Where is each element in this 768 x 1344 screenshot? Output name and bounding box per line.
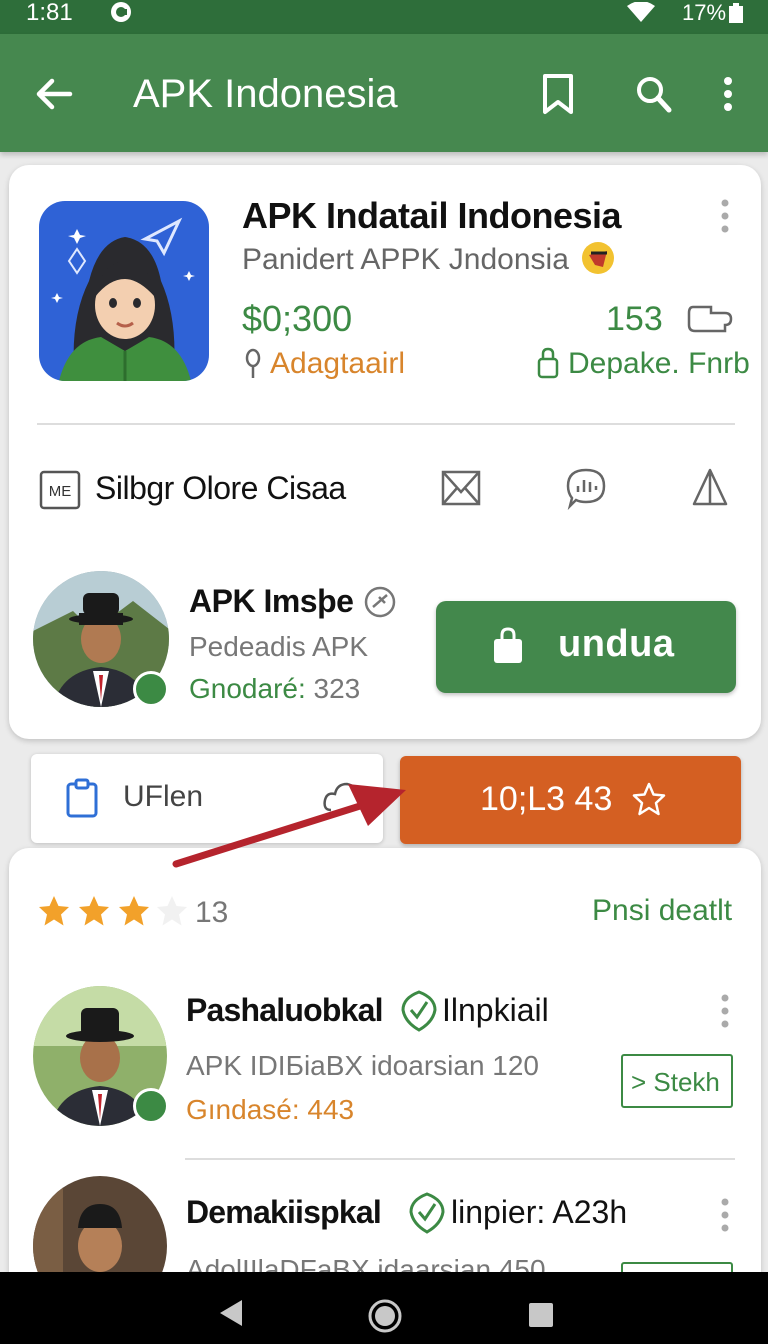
chat-icon[interactable] — [564, 466, 608, 510]
wifi-icon — [627, 2, 655, 22]
rating-detail-link[interactable]: Pnsi deatlt — [592, 894, 732, 928]
reviewer-name: Pashaluobkal — [186, 992, 384, 1028]
card-more-icon[interactable] — [720, 199, 730, 233]
me-icon: ME — [39, 470, 81, 510]
app-detail-card: APK Indatail Indonesia Panidert APPK Jnd… — [9, 165, 761, 739]
reviewer-name: Demakiispkal — [186, 1194, 382, 1230]
shopping-bag-icon — [494, 627, 522, 663]
review-badge-icon — [133, 1088, 169, 1124]
reviewer-rating: Gındasé: 443 — [186, 1094, 355, 1125]
nav-back-icon[interactable] — [218, 1298, 244, 1328]
bookmark-icon[interactable] — [538, 72, 578, 116]
review-more-icon[interactable] — [720, 994, 730, 1028]
verified-icon — [364, 586, 396, 618]
app-price: $0;300 — [242, 298, 353, 339]
status-bar: 1:81 17% — [0, 0, 768, 34]
nav-recents-icon[interactable] — [528, 1302, 554, 1328]
more-vert-icon[interactable] — [708, 72, 748, 116]
review-select-button[interactable]: > Stekh — [621, 1054, 733, 1108]
divider — [37, 423, 735, 425]
rating-button[interactable]: 10;L3 43 — [400, 756, 741, 844]
publisher-rating: Gnodaré: 323 — [189, 673, 361, 704]
nav-home-icon[interactable] — [367, 1298, 403, 1334]
back-arrow-icon[interactable] — [34, 74, 74, 114]
clipboard-icon — [66, 778, 98, 818]
flag-badge-icon — [582, 242, 614, 274]
verified-shield-icon — [409, 1192, 445, 1234]
app-developer: Depake. Fnrb — [568, 347, 750, 380]
annotation-arrow — [172, 784, 406, 868]
share-icon[interactable] — [688, 466, 732, 510]
section-title: Silbgr Olore Cisaa — [95, 470, 346, 506]
search-icon[interactable] — [634, 72, 674, 116]
rating-count: 13 — [195, 896, 229, 929]
svg-text:ME: ME — [49, 483, 72, 500]
reviewer-tag: linpier: A23h — [451, 1194, 628, 1230]
lock-icon — [537, 347, 559, 379]
star-outline-icon — [632, 782, 666, 816]
app-icon[interactable] — [39, 201, 209, 381]
publisher-name: APK Imsþe — [189, 583, 354, 619]
reviewer-tag: Ilnpkiail — [442, 992, 549, 1028]
toggle-icon — [687, 305, 733, 333]
app-bar: APK Indonesia — [0, 34, 768, 152]
reviews-card: 13 Pnsi deatlt Pashaluobkal Ilnpkiail AP… — [9, 848, 761, 1344]
download-button[interactable]: undua — [436, 601, 736, 693]
divider — [185, 1158, 735, 1160]
location-pin-icon — [245, 348, 261, 378]
publisher-badge-icon — [133, 671, 169, 707]
publisher-subtitle: Pedeadis APK — [189, 631, 369, 662]
system-nav-bar — [0, 1272, 768, 1344]
battery-percent: 17% — [682, 0, 727, 25]
rating-button-label: 10;L3 43 — [480, 780, 613, 818]
status-time: 1:81 — [26, 0, 73, 26]
mail-icon[interactable] — [439, 466, 483, 510]
app-publisher: Panidert APPK Jndonsia — [242, 243, 569, 276]
download-count: 153 — [606, 300, 663, 338]
verified-shield-icon — [401, 990, 437, 1032]
review-more-icon[interactable] — [720, 1198, 730, 1232]
rating-stars — [39, 896, 187, 926]
app-location: Adagtaairl — [270, 347, 406, 380]
app-bar-title: APK Indonesia — [133, 72, 398, 116]
notification-icon — [111, 2, 131, 22]
download-label: undua — [558, 623, 675, 665]
app-name: APK Indatail Indonesia — [242, 195, 622, 236]
battery-icon — [729, 3, 743, 23]
reviewer-subtitle: APK IDIБiaBX idoarsian 120 — [186, 1050, 540, 1081]
